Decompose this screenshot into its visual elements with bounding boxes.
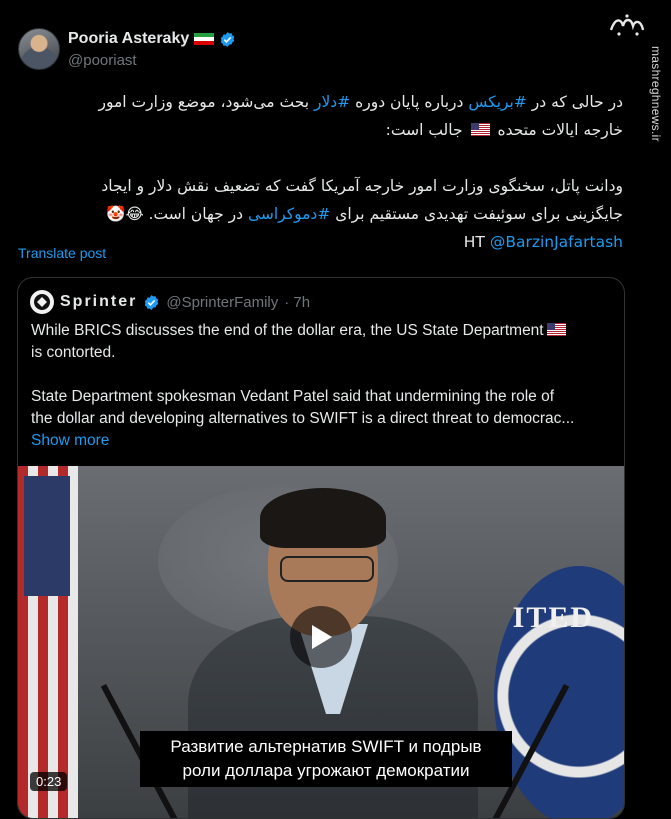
hashtag-dollar[interactable]: #دلار [314,93,350,111]
video-duration: 0:23 [30,772,68,791]
us-flag-icon [546,323,566,336]
post-line-2: خارجه ایالات متحده جالب است: [385,121,623,139]
quoted-body: While BRICS discusses the end of the dol… [31,320,616,452]
iran-flag-icon [194,32,215,46]
verified-badge-icon [221,31,235,47]
play-icon [312,625,332,649]
quoted-timestamp[interactable]: · 7h [284,294,310,311]
mention-link[interactable]: @BarzinJafartash [490,233,623,251]
translate-post-link[interactable]: Translate post [18,245,106,261]
post-header: Pooria Asteraky @pooriast [18,28,578,74]
hashtag-democracy[interactable]: #دموکراسی [248,205,330,223]
quoted-line-3: State Department spokesman Vedant Patel … [31,388,555,405]
play-button[interactable] [290,606,352,668]
quoted-avatar[interactable] [30,290,54,314]
author-name[interactable]: Pooria Asteraky [68,30,189,48]
quoted-author-handle[interactable]: @SprinterFamily [166,294,278,311]
brand-logo-icon [609,14,645,36]
flag-canton-image [24,476,70,596]
video-subtitle: Развитие альтернатив SWIFT и подрыв роли… [140,731,512,787]
post-line-5: @BarzinJafartash HT [463,233,623,251]
quoted-author-name[interactable]: Sprinter [60,293,137,311]
author-avatar[interactable] [18,28,60,70]
quoted-post[interactable]: Sprinter @SprinterFamily · 7h While BRIC… [17,277,625,819]
quoted-line-1: While BRICS discusses the end of the dol… [31,320,616,342]
author-handle[interactable]: @pooriast [68,52,137,69]
us-flag-icon [470,123,490,136]
quoted-line-2: is contorted. [31,344,116,361]
speaker-glasses-image [280,556,374,582]
hashtag-brics[interactable]: #بریکس [468,93,527,111]
post-line-4: جایگزینی برای سوئیفت تهدیدی مستقیم برای … [106,205,623,223]
seal-text: ITED [512,601,594,634]
quoted-line-4: the dollar and developing alternatives t… [31,410,575,427]
speaker-hair-image [260,488,386,548]
video-player[interactable]: ITED Развитие альтернатив SWIFT и подрыв… [18,466,624,818]
subtitle-line-2: роли доллара угрожают демократии [182,761,470,780]
quoted-header: Sprinter @SprinterFamily · 7h [30,290,310,314]
author-name-row: Pooria Asteraky [68,30,236,48]
show-more-link[interactable]: Show more [31,430,616,452]
subtitle-line-1: Развитие альтернатив SWIFT и подрыв [170,737,482,756]
post-line-1: در حالی که در #بریکس درباره پایان دوره #… [98,93,623,111]
watermark-site: mashreghnews.ir [649,46,663,142]
post-body: در حالی که در #بریکس درباره پایان دوره #… [18,88,623,256]
verified-badge-icon [145,294,159,310]
post-line-3: ودانت پاتل، سخنگوی وزارت امور خارجه آمری… [101,177,623,195]
sprinter-logo-icon [34,294,50,310]
